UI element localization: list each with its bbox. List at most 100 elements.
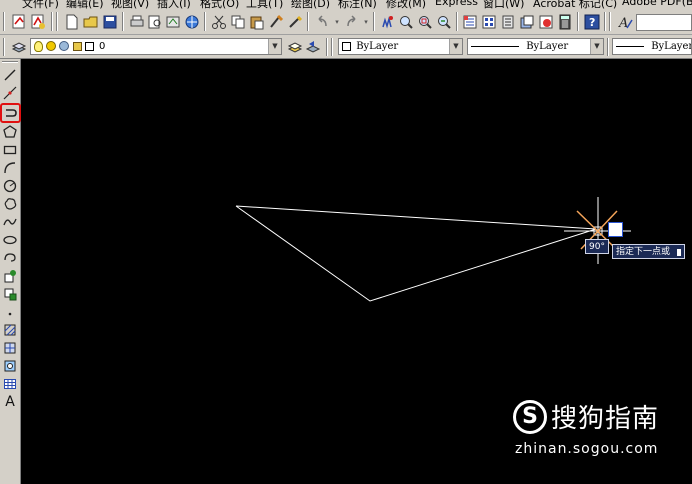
gradient-tool-icon[interactable]: [1, 339, 19, 356]
revision-cloud-tool-icon[interactable]: [1, 195, 19, 212]
undo-dropdown-icon[interactable]: ▾: [332, 13, 342, 31]
help-icon[interactable]: ?: [583, 13, 601, 31]
paste-icon[interactable]: [248, 13, 266, 31]
toolbar-separator: [577, 12, 579, 31]
menu-modify[interactable]: 修改(M): [386, 0, 426, 9]
sogou-logo-icon: S: [513, 399, 547, 434]
layer-previous-icon[interactable]: [304, 38, 322, 56]
text-style-combo[interactable]: [636, 14, 692, 31]
angle-tooltip: 90°: [585, 239, 609, 254]
line-tool-icon[interactable]: [1, 66, 19, 83]
rectangle-tool-icon[interactable]: [1, 141, 19, 158]
multiline-text-tool-icon[interactable]: A: [1, 393, 19, 410]
quickcalc-icon[interactable]: [556, 13, 574, 31]
region-tool-icon[interactable]: [1, 357, 19, 374]
copy-icon[interactable]: [229, 13, 247, 31]
publish-icon[interactable]: [164, 13, 182, 31]
make-current-layer-icon[interactable]: [286, 38, 304, 56]
pdf-create-icon[interactable]: [10, 13, 28, 31]
svg-text:A: A: [618, 16, 628, 30]
layer-manager-icon[interactable]: [10, 38, 28, 56]
menu-express[interactable]: Express: [435, 0, 478, 8]
chevron-down-icon[interactable]: ▼: [449, 39, 462, 54]
circle-tool-icon[interactable]: [1, 177, 19, 194]
menu-edit[interactable]: 编辑(E): [66, 0, 104, 9]
spline-tool-icon[interactable]: [1, 213, 19, 230]
toolbar-grip[interactable]: [2, 61, 18, 63]
menu-dimension[interactable]: 标注(N): [338, 0, 377, 9]
zoom-realtime-icon[interactable]: [397, 13, 415, 31]
redo-dropdown-icon[interactable]: ▾: [361, 13, 371, 31]
menu-bar: 文件(F) 编辑(E) 视图(V) 插入(I) 格式(O) 工具(T) 绘图(D…: [0, 0, 692, 9]
chevron-down-icon[interactable]: ▼: [590, 39, 603, 54]
toolbar-grip[interactable]: [3, 12, 5, 31]
watermark: S 搜狗指南 zhinan.sogou.com: [513, 398, 659, 457]
make-block-tool-icon[interactable]: [1, 285, 19, 302]
point-tool-icon[interactable]: [1, 303, 19, 320]
svg-text:?: ?: [589, 16, 595, 29]
polyline-tool-icon[interactable]: [0, 103, 21, 123]
menu-acrobat-markup[interactable]: Acrobat 标记(C): [533, 0, 617, 9]
new-file-icon[interactable]: [63, 13, 81, 31]
cut-icon[interactable]: [210, 13, 228, 31]
properties-icon[interactable]: [461, 13, 479, 31]
tool-palettes-icon[interactable]: [499, 13, 517, 31]
redo-icon[interactable]: [343, 13, 361, 31]
menu-view[interactable]: 视图(V): [111, 0, 149, 9]
match-properties-icon[interactable]: [267, 13, 285, 31]
linetype-control-combo[interactable]: ByLayer ▼: [467, 38, 604, 55]
toolbar-separator: [204, 12, 206, 31]
command-prompt-tooltip: 指定下一点或: [612, 244, 686, 259]
pdf-attach-icon[interactable]: [29, 13, 47, 31]
markup-set-manager-icon[interactable]: [537, 13, 555, 31]
chevron-down-icon[interactable]: ▼: [268, 39, 281, 54]
toolbar-separator: [607, 38, 609, 56]
lineweight-control-combo[interactable]: ByLayer: [612, 38, 692, 55]
linetype-value: ByLayer: [526, 41, 569, 52]
sheet-set-manager-icon[interactable]: [518, 13, 536, 31]
table-tool-icon[interactable]: [1, 375, 19, 392]
draw-toolbar: A: [0, 59, 21, 484]
drawing-canvas[interactable]: 90° 指定下一点或 S 搜狗指南 zhinan.sogou.com: [21, 59, 692, 484]
layer-combo[interactable]: 0 ▼: [30, 38, 282, 55]
design-center-icon[interactable]: [480, 13, 498, 31]
watermark-brand: 搜狗指南: [551, 404, 660, 434]
etransmit-icon[interactable]: [183, 13, 201, 31]
zoom-previous-icon[interactable]: [435, 13, 453, 31]
insert-block-tool-icon[interactable]: [1, 267, 19, 284]
menu-window[interactable]: 窗口(W): [483, 0, 524, 9]
drawn-polyline: [235, 205, 597, 302]
linetype-preview: [471, 46, 519, 47]
block-editor-icon[interactable]: [286, 13, 304, 31]
arc-tool-icon[interactable]: [1, 159, 19, 176]
plot-preview-icon[interactable]: [146, 13, 164, 31]
menu-tools[interactable]: 工具(T): [246, 0, 283, 9]
zoom-window-icon[interactable]: [416, 13, 434, 31]
save-icon[interactable]: [101, 13, 119, 31]
menu-adobe-pdf[interactable]: Adobe PDF(B): [622, 0, 692, 8]
menu-format[interactable]: 格式(O): [200, 0, 239, 9]
lineweight-preview: [616, 46, 644, 47]
polygon-tool-icon[interactable]: [1, 123, 19, 140]
color-control-combo[interactable]: ByLayer ▼: [338, 38, 463, 55]
text-tool-glyph: A: [5, 393, 15, 410]
toolbar-separator: [456, 12, 458, 31]
pan-realtime-icon[interactable]: [378, 13, 396, 31]
watermark-url: zhinan.sogou.com: [515, 441, 659, 457]
menu-file[interactable]: 文件(F): [22, 0, 59, 9]
ellipse-tool-icon[interactable]: [1, 231, 19, 248]
print-icon[interactable]: [128, 13, 146, 31]
layer-color-swatch: [84, 42, 94, 51]
open-folder-icon[interactable]: [82, 13, 100, 31]
toolbar-separator: [307, 12, 309, 31]
construction-line-tool-icon[interactable]: [1, 84, 19, 101]
ellipse-arc-tool-icon[interactable]: [1, 249, 19, 266]
text-style-icon[interactable]: A: [616, 13, 634, 31]
standard-toolbar: ▾ ▾ ? A: [0, 9, 692, 35]
hatch-tool-icon[interactable]: [1, 321, 19, 338]
undo-icon[interactable]: [313, 13, 331, 31]
dynamic-input-field[interactable]: [608, 222, 623, 237]
menu-draw[interactable]: 绘图(D): [291, 0, 330, 9]
toolbar-grip[interactable]: [3, 38, 5, 56]
menu-insert[interactable]: 插入(I): [157, 0, 191, 9]
